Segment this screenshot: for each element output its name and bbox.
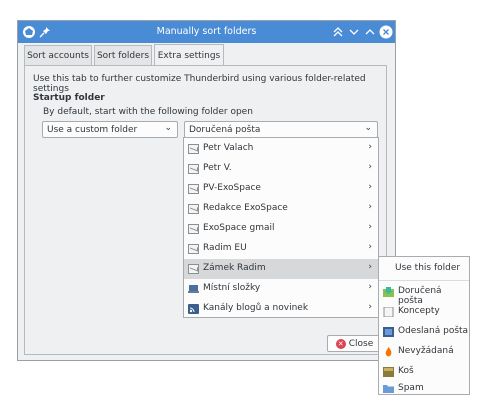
menu-item-label: Petr V. <box>203 163 232 173</box>
startup-mode-value: Use a custom folder <box>47 124 138 135</box>
drafts-icon <box>383 306 394 318</box>
startup-folder-value: Doručená pošta <box>189 124 261 135</box>
menu-item-label: Místní složky <box>203 283 261 293</box>
mail-account-icon <box>188 144 199 154</box>
section-title: Startup folder <box>33 93 105 103</box>
chevron-right-icon: › <box>368 262 372 272</box>
menu-item-label: ExoSpace gmail <box>203 223 275 233</box>
folder-submenu: Use this folder Doručená pošta Koncepty … <box>378 256 470 395</box>
minimize-icon[interactable] <box>347 25 361 39</box>
menu-item-local-folders[interactable]: Místní složky › <box>184 279 378 299</box>
chevron-right-icon: › <box>368 142 372 152</box>
local-folders-icon <box>188 284 199 294</box>
close-icon: ✕ <box>335 338 346 349</box>
menu-item-account[interactable]: ExoSpace gmail › <box>184 219 378 239</box>
mail-account-icon <box>188 204 199 214</box>
menu-item-account[interactable]: Petr V. › <box>184 159 378 179</box>
menu-item-label: Kanály blogů a novinek <box>203 303 309 313</box>
menu-item-account[interactable]: PV-ExoSpace › <box>184 179 378 199</box>
panel-description: Use this tab to further customize Thunde… <box>33 74 366 94</box>
close-label: Close <box>348 338 374 349</box>
menu-item-label: Zámek Radim <box>203 263 266 273</box>
submenu-item-label: Koncepty <box>398 306 440 316</box>
submenu-item[interactable]: Odeslaná pošta <box>379 322 469 342</box>
startup-mode-select[interactable]: Use a custom folder ⌄ <box>42 121 178 138</box>
use-this-folder-item[interactable]: Use this folder <box>379 259 469 279</box>
submenu-separator <box>379 280 469 281</box>
submenu-item[interactable]: Koncepty <box>379 302 469 322</box>
folder-menu: Petr Valach › Petr V. › PV-ExoSpace › Re… <box>183 137 379 318</box>
chevron-right-icon: › <box>368 222 372 232</box>
close-window-icon[interactable] <box>379 25 393 39</box>
chevron-right-icon: › <box>368 242 372 252</box>
submenu-item-label: Koš <box>398 366 414 376</box>
mail-account-icon <box>188 244 199 254</box>
chevron-right-icon: › <box>368 182 372 192</box>
menu-item-feeds[interactable]: Kanály blogů a novinek › <box>184 299 378 319</box>
mail-account-icon <box>188 224 199 234</box>
chevron-right-icon: › <box>368 302 372 312</box>
feeds-icon <box>188 304 199 314</box>
mail-account-icon <box>188 184 199 194</box>
menu-item-account[interactable]: Redakce ExoSpace › <box>184 199 378 219</box>
chevron-right-icon: › <box>368 202 372 212</box>
maximize-icon[interactable] <box>363 25 377 39</box>
submenu-item-label: Spam <box>398 383 424 393</box>
menu-item-label: Redakce ExoSpace <box>203 203 288 213</box>
menu-item-account[interactable]: Petr Valach › <box>184 139 378 159</box>
chevron-down-icon: ⌄ <box>164 123 172 133</box>
chevron-down-icon: ⌄ <box>364 123 372 133</box>
junk-icon <box>383 347 394 357</box>
menu-item-label: Radim EU <box>203 243 247 253</box>
folder-icon <box>383 384 394 394</box>
submenu-item[interactable]: Spam <box>379 382 469 396</box>
submenu-item[interactable]: Nevyžádaná <box>379 342 469 362</box>
trash-icon <box>383 367 394 377</box>
startup-folder-select[interactable]: Doručená pošta ⌄ <box>184 121 378 138</box>
sent-icon <box>383 327 394 337</box>
mail-account-icon <box>188 164 199 174</box>
close-button[interactable]: ✕ Close <box>327 335 382 352</box>
mail-account-icon <box>188 264 199 274</box>
startup-description: By default, start with the following fol… <box>43 107 253 117</box>
tab-sort-folders[interactable]: Sort folders <box>94 45 152 65</box>
chevron-right-icon: › <box>368 162 372 172</box>
use-this-folder-label: Use this folder <box>395 263 461 273</box>
menu-item-label: PV-ExoSpace <box>203 183 261 193</box>
submenu-item-label: Nevyžádaná <box>398 346 454 356</box>
submenu-item[interactable]: Koš <box>379 362 469 382</box>
tab-sort-accounts[interactable]: Sort accounts <box>24 45 92 65</box>
inbox-icon <box>383 287 394 297</box>
keep-above-icon[interactable] <box>331 25 345 39</box>
menu-item-label: Petr Valach <box>203 143 254 153</box>
titlebar[interactable]: Manually sort folders <box>18 21 395 43</box>
menu-item-account-highlighted[interactable]: Zámek Radim › <box>184 259 378 279</box>
submenu-item[interactable]: Doručená pošta <box>379 282 469 306</box>
submenu-item-label: Odeslaná pošta <box>398 326 469 336</box>
menu-item-account[interactable]: Radim EU › <box>184 239 378 259</box>
chevron-right-icon: › <box>368 282 372 292</box>
tab-extra-settings[interactable]: Extra settings <box>154 44 224 67</box>
